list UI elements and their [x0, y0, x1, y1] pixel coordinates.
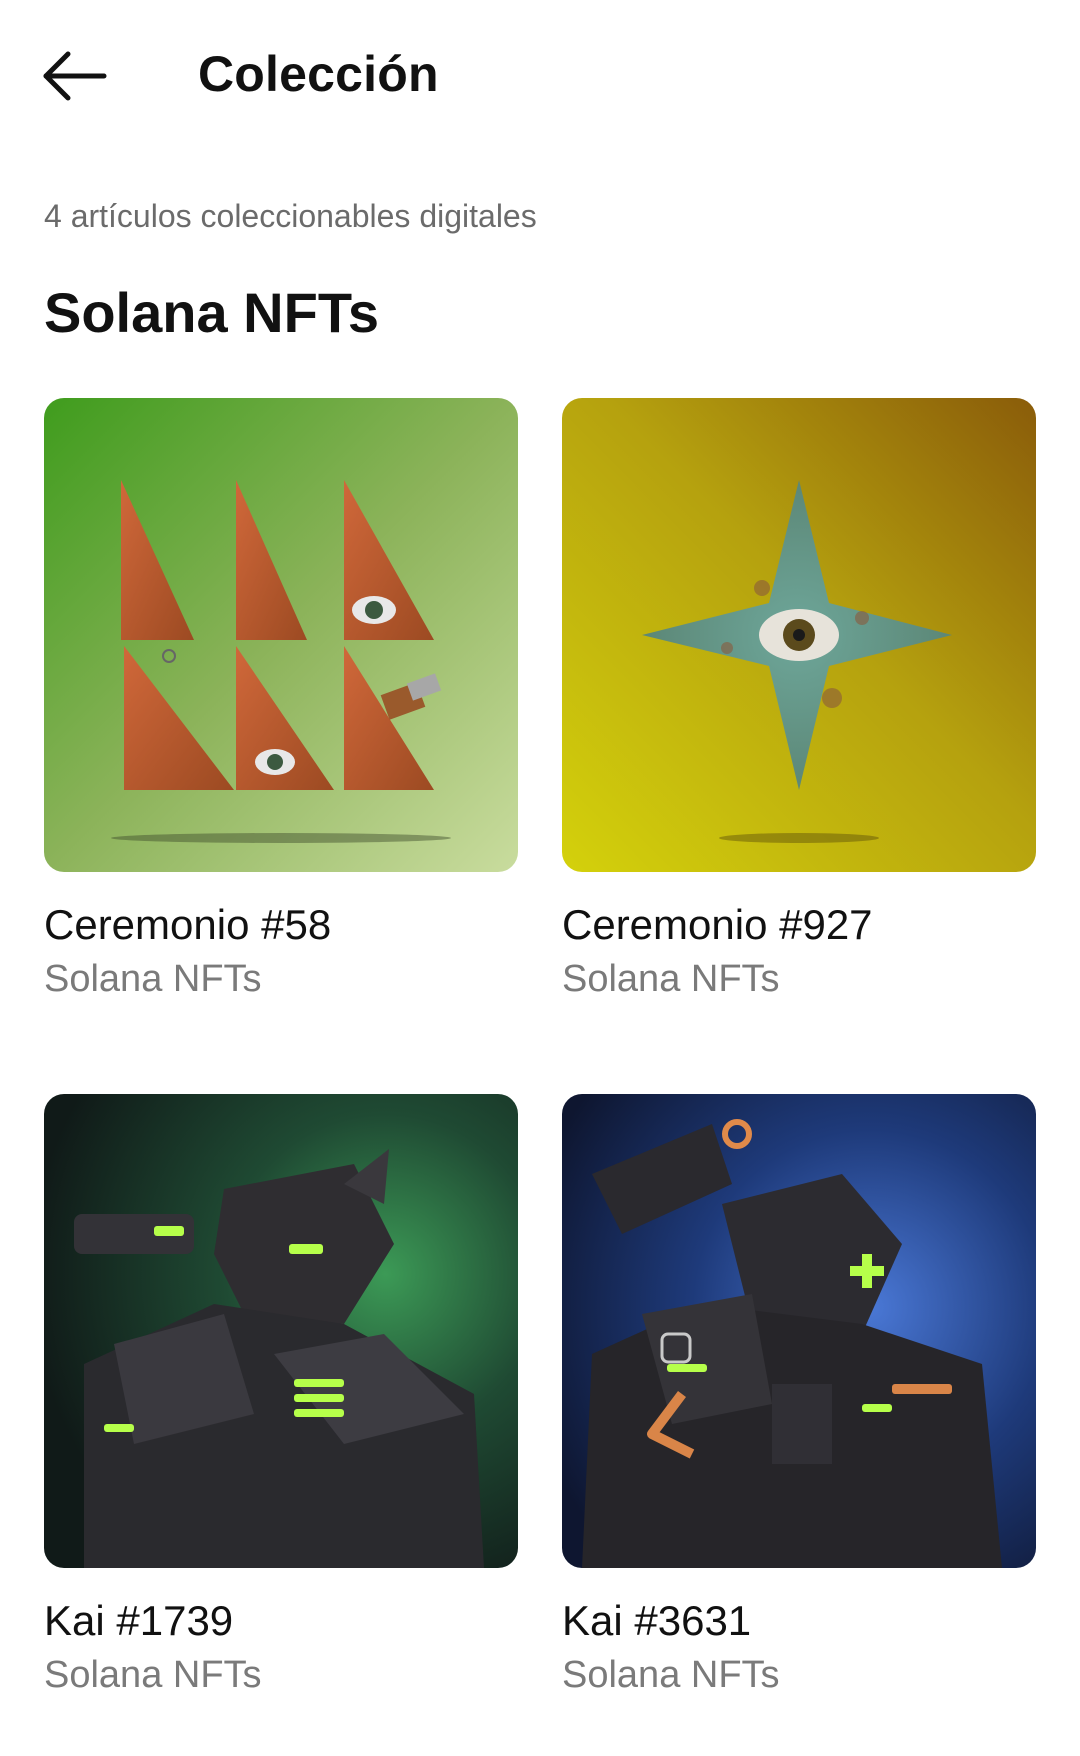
- nft-name: Kai #1739: [44, 1597, 234, 1644]
- collection-heading: Solana NFTs: [44, 281, 380, 344]
- nft-image-robot-green: [44, 1094, 518, 1568]
- nft-image-rusty-star: [562, 398, 1036, 872]
- page-title: Colección: [198, 46, 439, 102]
- nft-name: Ceremonio #58: [44, 901, 332, 948]
- nft-card[interactable]: Kai #3631 Solana NFTs: [562, 1094, 1036, 1698]
- nft-name: Ceremonio #927: [562, 901, 873, 948]
- item-count-text: 4 artículos coleccionables digitales: [44, 198, 537, 234]
- collection-screen: Colección 4 artículos coleccionables dig…: [0, 0, 1080, 1756]
- nft-collection-label: Solana NFTs: [562, 958, 780, 1000]
- nft-card[interactable]: Ceremonio #927 Solana NFTs: [562, 398, 1036, 1002]
- nft-image-robot-blue: [562, 1094, 1036, 1568]
- app-header: Colección: [0, 30, 1080, 120]
- nft-card[interactable]: Kai #1739 Solana NFTs: [44, 1094, 518, 1698]
- nft-collection-label: Solana NFTs: [44, 1654, 262, 1696]
- nft-name: Kai #3631: [562, 1597, 752, 1644]
- back-button[interactable]: [36, 40, 116, 110]
- nft-card[interactable]: Ceremonio #58 Solana NFTs: [44, 398, 518, 1002]
- nft-collection-label: Solana NFTs: [562, 1654, 780, 1696]
- nft-image-green-triangles: [44, 398, 518, 872]
- arrow-left-icon: [43, 51, 107, 101]
- nft-collection-label: Solana NFTs: [44, 958, 262, 1000]
